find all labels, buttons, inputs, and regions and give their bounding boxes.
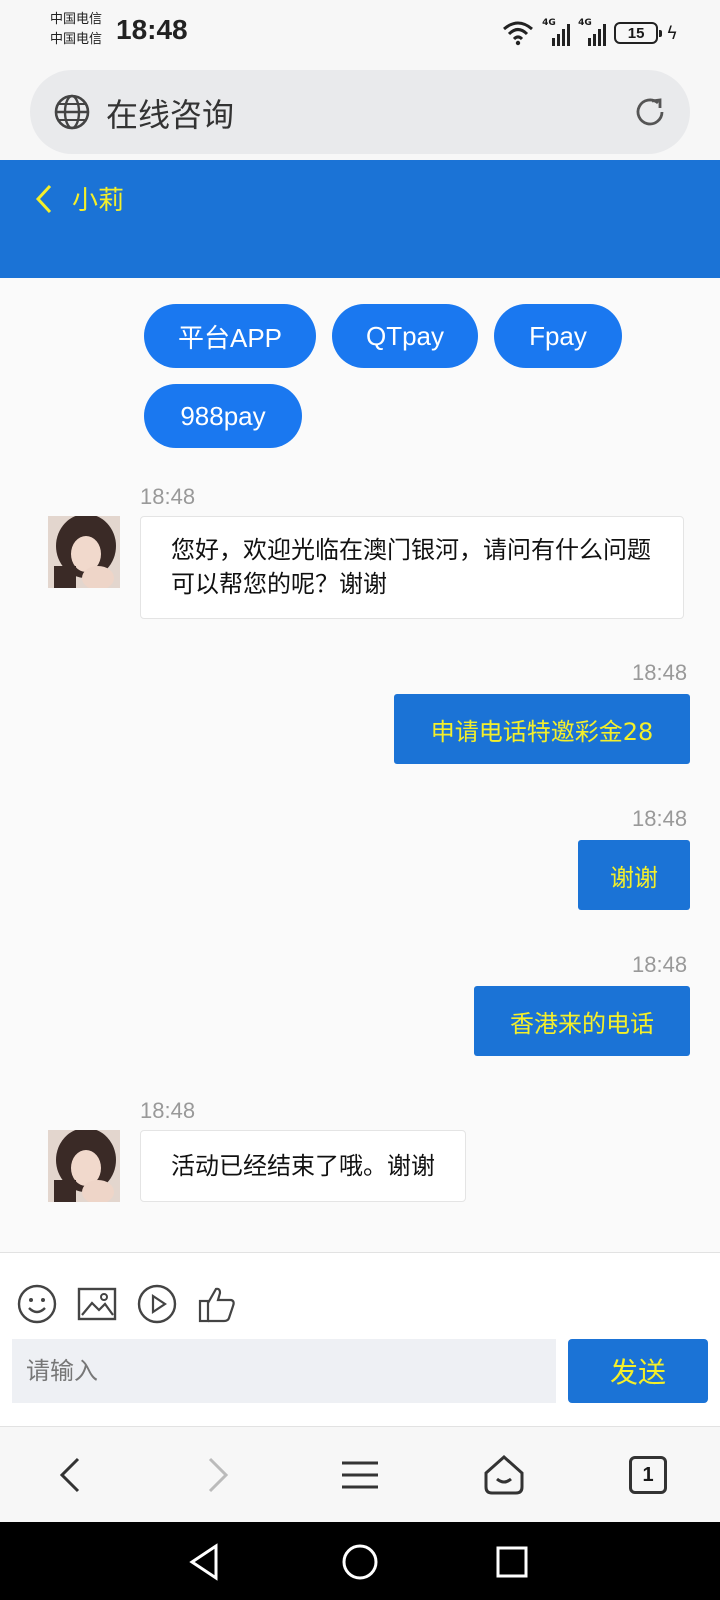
quick-reply-button[interactable]: 988pay — [144, 384, 302, 448]
quick-reply-button[interactable]: 平台APP — [144, 304, 316, 368]
incoming-message: 活动已经结束了哦。谢谢 — [140, 1130, 466, 1202]
agent-avatar-image — [48, 516, 120, 588]
browser-nav-bar: 1 — [0, 1426, 720, 1522]
thumbs-up-icon[interactable] — [196, 1283, 238, 1325]
network-type-1: 4G — [542, 18, 556, 28]
quick-reply-button[interactable]: Fpay — [494, 304, 622, 368]
globe-icon — [54, 94, 90, 130]
browser-forward-icon[interactable] — [192, 1451, 240, 1499]
message-timestamp: 18:48 — [632, 952, 688, 977]
home-icon[interactable] — [480, 1451, 528, 1499]
signal-icon-1: 4G — [542, 18, 571, 46]
reload-icon[interactable] — [630, 92, 670, 132]
video-icon[interactable] — [136, 1283, 178, 1325]
message-input[interactable] — [12, 1339, 556, 1403]
battery-icon: 15 — [614, 22, 663, 44]
back-icon[interactable] — [32, 182, 56, 216]
system-recents-icon[interactable] — [490, 1540, 534, 1584]
message-timestamp: 18:48 — [140, 1098, 196, 1123]
tab-count: 1 — [629, 1456, 667, 1494]
charging-icon: ϟ — [666, 22, 678, 44]
outgoing-message: 谢谢 — [578, 840, 690, 910]
system-back-icon[interactable] — [184, 1540, 228, 1584]
tabs-button[interactable]: 1 — [624, 1451, 672, 1499]
carrier-2: 中国电信 — [50, 32, 103, 47]
address-bar[interactable]: 在线咨询 — [30, 70, 690, 154]
emoji-icon[interactable] — [16, 1283, 58, 1325]
agent-name: 小莉 — [72, 186, 125, 216]
page-title: 在线咨询 — [106, 96, 235, 134]
incoming-message: 您好，欢迎光临在澳门银河，请问有什么问题可以帮您的呢？谢谢 — [140, 516, 684, 619]
carrier-1: 中国电信 — [50, 12, 103, 27]
message-timestamp: 18:48 — [140, 484, 196, 509]
quick-reply-button[interactable]: QTpay — [332, 304, 478, 368]
status-bar: 中国电信 中国电信 18:48 4G 4G 15 ϟ — [0, 0, 720, 64]
network-type-2: 4G — [578, 18, 592, 28]
system-nav-bar — [0, 1522, 720, 1600]
system-home-icon[interactable] — [338, 1540, 382, 1584]
send-button[interactable]: 发送 — [568, 1339, 708, 1403]
avatar — [48, 1130, 120, 1202]
outgoing-message: 香港来的电话 — [474, 986, 690, 1056]
status-icons: 4G 4G 15 ϟ — [502, 16, 678, 50]
outgoing-message: 申请电话特邀彩金28 — [394, 694, 690, 764]
menu-icon[interactable] — [336, 1451, 384, 1499]
browser-toolbar: 在线咨询 — [0, 64, 720, 160]
signal-icon-2: 4G — [578, 18, 607, 46]
message-timestamp: 18:48 — [632, 660, 688, 685]
chat-header: 小莉 — [0, 160, 720, 278]
wifi-icon — [503, 21, 534, 46]
message-timestamp: 18:48 — [632, 806, 688, 831]
agent-avatar-image — [48, 1130, 120, 1202]
message-composer: 发送 — [0, 1252, 720, 1426]
carrier-labels: 中国电信 中国电信 — [50, 10, 102, 50]
browser-back-icon[interactable] — [48, 1451, 96, 1499]
status-time: 18:48 — [116, 14, 188, 45]
image-icon[interactable] — [76, 1283, 118, 1325]
avatar — [48, 516, 120, 588]
